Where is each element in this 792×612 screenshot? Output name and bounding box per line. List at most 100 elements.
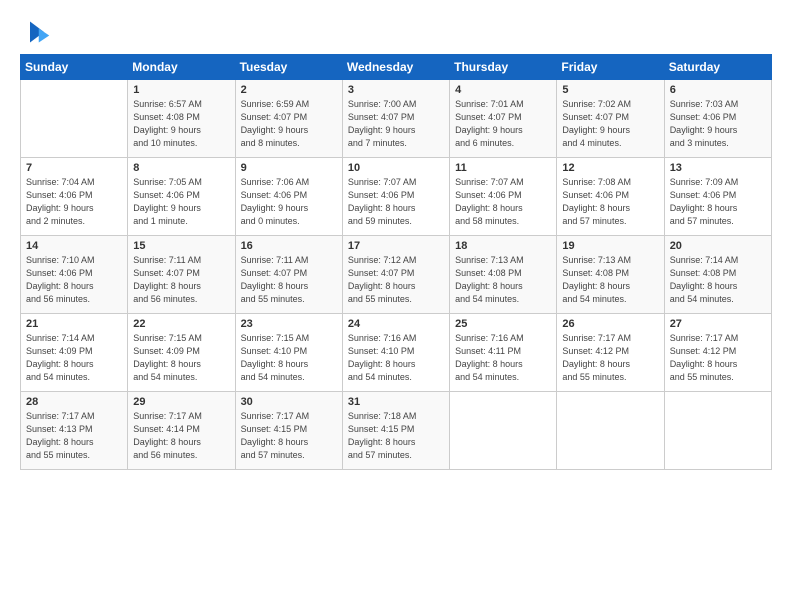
week-row-2: 7 Sunrise: 7:04 AM Sunset: 4:06 PM Daylig… bbox=[21, 158, 772, 236]
day-number: 8 bbox=[133, 162, 229, 174]
day-content: Sunrise: 7:09 AM Sunset: 4:06 PM Dayligh… bbox=[670, 176, 766, 228]
week-row-4: 21 Sunrise: 7:14 AM Sunset: 4:09 PM Dayli… bbox=[21, 314, 772, 392]
day-content: Sunrise: 7:04 AM Sunset: 4:06 PM Dayligh… bbox=[26, 176, 122, 228]
day-cell: 1 Sunrise: 6:57 AM Sunset: 4:08 PM Daylig… bbox=[128, 80, 235, 158]
day-content: Sunrise: 7:17 AM Sunset: 4:13 PM Dayligh… bbox=[26, 410, 122, 462]
week-row-3: 14 Sunrise: 7:10 AM Sunset: 4:06 PM Dayli… bbox=[21, 236, 772, 314]
day-number: 30 bbox=[241, 396, 337, 408]
day-number: 26 bbox=[562, 318, 658, 330]
header-day-saturday: Saturday bbox=[664, 55, 771, 80]
day-number: 27 bbox=[670, 318, 766, 330]
day-cell: 14 Sunrise: 7:10 AM Sunset: 4:06 PM Dayli… bbox=[21, 236, 128, 314]
logo bbox=[20, 18, 51, 46]
day-content: Sunrise: 7:05 AM Sunset: 4:06 PM Dayligh… bbox=[133, 176, 229, 228]
day-cell: 29Sunrise: 7:17 AM Sunset: 4:14 PM Dayli… bbox=[128, 392, 235, 470]
day-number: 3 bbox=[348, 84, 444, 96]
day-number: 19 bbox=[562, 240, 658, 252]
day-content: Sunrise: 7:16 AM Sunset: 4:10 PM Dayligh… bbox=[348, 332, 444, 384]
day-number: 20 bbox=[670, 240, 766, 252]
day-number: 17 bbox=[348, 240, 444, 252]
day-content: Sunrise: 7:11 AM Sunset: 4:07 PM Dayligh… bbox=[241, 254, 337, 306]
header bbox=[20, 18, 772, 46]
day-content: Sunrise: 7:13 AM Sunset: 4:08 PM Dayligh… bbox=[455, 254, 551, 306]
day-cell bbox=[21, 80, 128, 158]
day-cell bbox=[450, 392, 557, 470]
day-number: 16 bbox=[241, 240, 337, 252]
day-cell: 15 Sunrise: 7:11 AM Sunset: 4:07 PM Dayli… bbox=[128, 236, 235, 314]
day-content: Sunrise: 7:17 AM Sunset: 4:12 PM Dayligh… bbox=[670, 332, 766, 384]
day-number: 22 bbox=[133, 318, 229, 330]
day-content: Sunrise: 7:01 AM Sunset: 4:07 PM Dayligh… bbox=[455, 98, 551, 150]
day-content: Sunrise: 6:59 AM Sunset: 4:07 PM Dayligh… bbox=[241, 98, 337, 150]
day-number: 2 bbox=[241, 84, 337, 96]
day-cell: 7 Sunrise: 7:04 AM Sunset: 4:06 PM Daylig… bbox=[21, 158, 128, 236]
day-number: 9 bbox=[241, 162, 337, 174]
day-cell: 24 Sunrise: 7:16 AM Sunset: 4:10 PM Dayli… bbox=[342, 314, 449, 392]
day-cell bbox=[557, 392, 664, 470]
day-cell: 16 Sunrise: 7:11 AM Sunset: 4:07 PM Dayli… bbox=[235, 236, 342, 314]
day-cell: 20 Sunrise: 7:14 AM Sunset: 4:08 PM Dayli… bbox=[664, 236, 771, 314]
page: SundayMondayTuesdayWednesdayThursdayFrid… bbox=[0, 0, 792, 612]
header-day-wednesday: Wednesday bbox=[342, 55, 449, 80]
day-cell: 2 Sunrise: 6:59 AM Sunset: 4:07 PM Daylig… bbox=[235, 80, 342, 158]
day-cell: 11 Sunrise: 7:07 AM Sunset: 4:06 PM Dayli… bbox=[450, 158, 557, 236]
day-number: 11 bbox=[455, 162, 551, 174]
day-number: 25 bbox=[455, 318, 551, 330]
day-number: 31 bbox=[348, 396, 444, 408]
day-number: 14 bbox=[26, 240, 122, 252]
day-cell: 5 Sunrise: 7:02 AM Sunset: 4:07 PM Daylig… bbox=[557, 80, 664, 158]
week-row-5: 28 Sunrise: 7:17 AM Sunset: 4:13 PM Dayli… bbox=[21, 392, 772, 470]
day-content: Sunrise: 7:07 AM Sunset: 4:06 PM Dayligh… bbox=[455, 176, 551, 228]
day-content: Sunrise: 7:14 AM Sunset: 4:08 PM Dayligh… bbox=[670, 254, 766, 306]
day-cell: 9Sunrise: 7:06 AM Sunset: 4:06 PM Daylig… bbox=[235, 158, 342, 236]
day-number: 28 bbox=[26, 396, 122, 408]
day-number: 21 bbox=[26, 318, 122, 330]
day-number: 18 bbox=[455, 240, 551, 252]
day-content: Sunrise: 7:12 AM Sunset: 4:07 PM Dayligh… bbox=[348, 254, 444, 306]
header-day-thursday: Thursday bbox=[450, 55, 557, 80]
day-content: Sunrise: 7:18 AM Sunset: 4:15 PM Dayligh… bbox=[348, 410, 444, 462]
day-cell: 10 Sunrise: 7:07 AM Sunset: 4:06 PM Dayli… bbox=[342, 158, 449, 236]
day-content: Sunrise: 7:13 AM Sunset: 4:08 PM Dayligh… bbox=[562, 254, 658, 306]
day-cell: 18 Sunrise: 7:13 AM Sunset: 4:08 PM Dayli… bbox=[450, 236, 557, 314]
day-number: 23 bbox=[241, 318, 337, 330]
day-number: 7 bbox=[26, 162, 122, 174]
day-cell: 27 Sunrise: 7:17 AM Sunset: 4:12 PM Dayli… bbox=[664, 314, 771, 392]
day-cell bbox=[664, 392, 771, 470]
day-number: 13 bbox=[670, 162, 766, 174]
day-number: 5 bbox=[562, 84, 658, 96]
day-cell: 17 Sunrise: 7:12 AM Sunset: 4:07 PM Dayli… bbox=[342, 236, 449, 314]
header-row: SundayMondayTuesdayWednesdayThursdayFrid… bbox=[21, 55, 772, 80]
day-content: Sunrise: 6:57 AM Sunset: 4:08 PM Dayligh… bbox=[133, 98, 229, 150]
day-content: Sunrise: 7:17 AM Sunset: 4:12 PM Dayligh… bbox=[562, 332, 658, 384]
day-content: Sunrise: 7:11 AM Sunset: 4:07 PM Dayligh… bbox=[133, 254, 229, 306]
day-cell: 23 Sunrise: 7:15 AM Sunset: 4:10 PM Dayli… bbox=[235, 314, 342, 392]
header-day-friday: Friday bbox=[557, 55, 664, 80]
day-content: Sunrise: 7:15 AM Sunset: 4:10 PM Dayligh… bbox=[241, 332, 337, 384]
day-content: Sunrise: 7:14 AM Sunset: 4:09 PM Dayligh… bbox=[26, 332, 122, 384]
day-content: Sunrise: 7:07 AM Sunset: 4:06 PM Dayligh… bbox=[348, 176, 444, 228]
day-content: Sunrise: 7:02 AM Sunset: 4:07 PM Dayligh… bbox=[562, 98, 658, 150]
logo-icon bbox=[23, 18, 51, 46]
day-number: 12 bbox=[562, 162, 658, 174]
calendar-table: SundayMondayTuesdayWednesdayThursdayFrid… bbox=[20, 54, 772, 470]
day-cell: 25 Sunrise: 7:16 AM Sunset: 4:11 PM Dayli… bbox=[450, 314, 557, 392]
day-cell: 3 Sunrise: 7:00 AM Sunset: 4:07 PM Daylig… bbox=[342, 80, 449, 158]
day-number: 10 bbox=[348, 162, 444, 174]
day-content: Sunrise: 7:10 AM Sunset: 4:06 PM Dayligh… bbox=[26, 254, 122, 306]
header-day-sunday: Sunday bbox=[21, 55, 128, 80]
day-content: Sunrise: 7:16 AM Sunset: 4:11 PM Dayligh… bbox=[455, 332, 551, 384]
day-cell: 4 Sunrise: 7:01 AM Sunset: 4:07 PM Daylig… bbox=[450, 80, 557, 158]
day-content: Sunrise: 7:00 AM Sunset: 4:07 PM Dayligh… bbox=[348, 98, 444, 150]
day-number: 24 bbox=[348, 318, 444, 330]
day-number: 1 bbox=[133, 84, 229, 96]
week-row-1: 1 Sunrise: 6:57 AM Sunset: 4:08 PM Daylig… bbox=[21, 80, 772, 158]
day-cell: 26 Sunrise: 7:17 AM Sunset: 4:12 PM Dayli… bbox=[557, 314, 664, 392]
day-content: Sunrise: 7:08 AM Sunset: 4:06 PM Dayligh… bbox=[562, 176, 658, 228]
day-number: 15 bbox=[133, 240, 229, 252]
day-content: Sunrise: 7:15 AM Sunset: 4:09 PM Dayligh… bbox=[133, 332, 229, 384]
day-cell: 22 Sunrise: 7:15 AM Sunset: 4:09 PM Dayli… bbox=[128, 314, 235, 392]
day-cell: 12 Sunrise: 7:08 AM Sunset: 4:06 PM Dayli… bbox=[557, 158, 664, 236]
day-cell: 28 Sunrise: 7:17 AM Sunset: 4:13 PM Dayli… bbox=[21, 392, 128, 470]
day-number: 4 bbox=[455, 84, 551, 96]
